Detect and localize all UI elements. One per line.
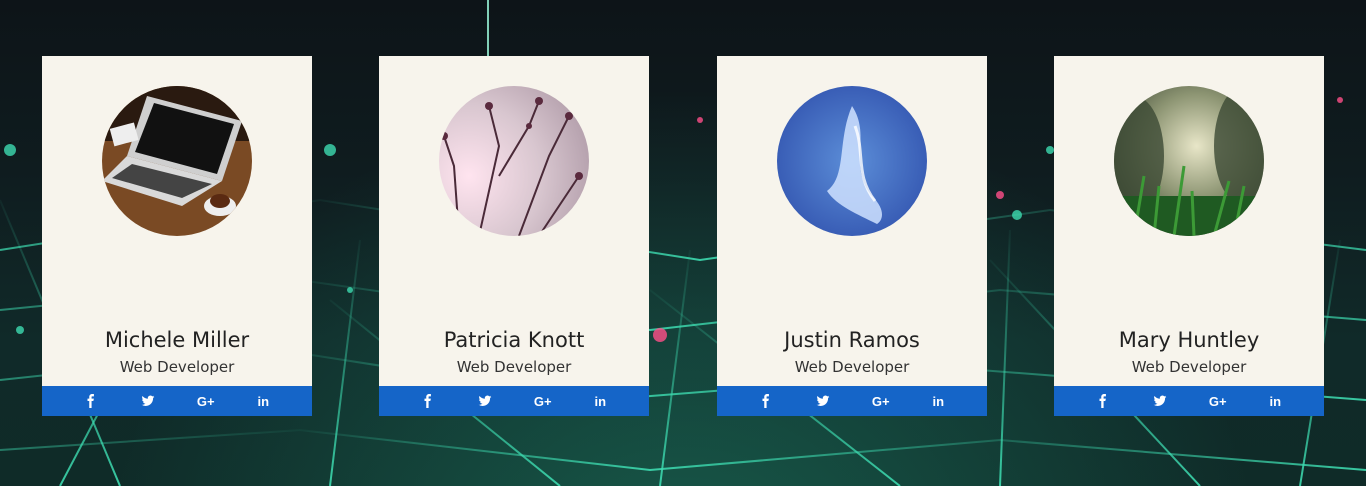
blue-sky-cloud-photo [777, 86, 927, 236]
twitter-icon[interactable] [811, 389, 835, 413]
avatar [102, 86, 252, 236]
profile-card: Mary Huntley Web Developer G+ in [1054, 56, 1324, 416]
facebook-icon[interactable] [416, 389, 440, 413]
twitter-icon[interactable] [1148, 389, 1172, 413]
facebook-icon[interactable] [1091, 389, 1115, 413]
facebook-icon[interactable] [79, 389, 103, 413]
blossom-branches-photo [439, 86, 589, 236]
social-links-bar: G+ in [379, 386, 649, 416]
person-name: Patricia Knott [443, 328, 585, 352]
avatar [777, 86, 927, 236]
person-name: Justin Ramos [784, 328, 920, 352]
linkedin-icon[interactable]: in [588, 389, 612, 413]
social-links-bar: G+ in [42, 386, 312, 416]
profile-cards: Michele Miller Web Developer G+ in Patri… [0, 0, 1366, 486]
person-name: Michele Miller [104, 328, 250, 352]
profile-card: Patricia Knott Web Developer G+ in [379, 56, 649, 416]
twitter-icon[interactable] [473, 389, 497, 413]
avatar [1114, 86, 1264, 236]
social-links-bar: G+ in [717, 386, 987, 416]
google-plus-icon[interactable]: G+ [869, 389, 893, 413]
person-role: Web Developer [1131, 358, 1247, 376]
avatar [439, 86, 589, 236]
person-role: Web Developer [456, 358, 572, 376]
linkedin-icon[interactable]: in [926, 389, 950, 413]
person-role: Web Developer [119, 358, 235, 376]
grass-forest-photo [1114, 86, 1264, 236]
facebook-icon[interactable] [754, 389, 778, 413]
twitter-icon[interactable] [136, 389, 160, 413]
linkedin-icon[interactable]: in [251, 389, 275, 413]
profile-card: Michele Miller Web Developer G+ in [42, 56, 312, 416]
profile-card: Justin Ramos Web Developer G+ in [717, 56, 987, 416]
google-plus-icon[interactable]: G+ [531, 389, 555, 413]
laptop-coffee-photo [102, 86, 252, 236]
google-plus-icon[interactable]: G+ [1206, 389, 1230, 413]
linkedin-icon[interactable]: in [1263, 389, 1287, 413]
social-links-bar: G+ in [1054, 386, 1324, 416]
person-name: Mary Huntley [1118, 328, 1260, 352]
google-plus-icon[interactable]: G+ [194, 389, 218, 413]
person-role: Web Developer [794, 358, 910, 376]
